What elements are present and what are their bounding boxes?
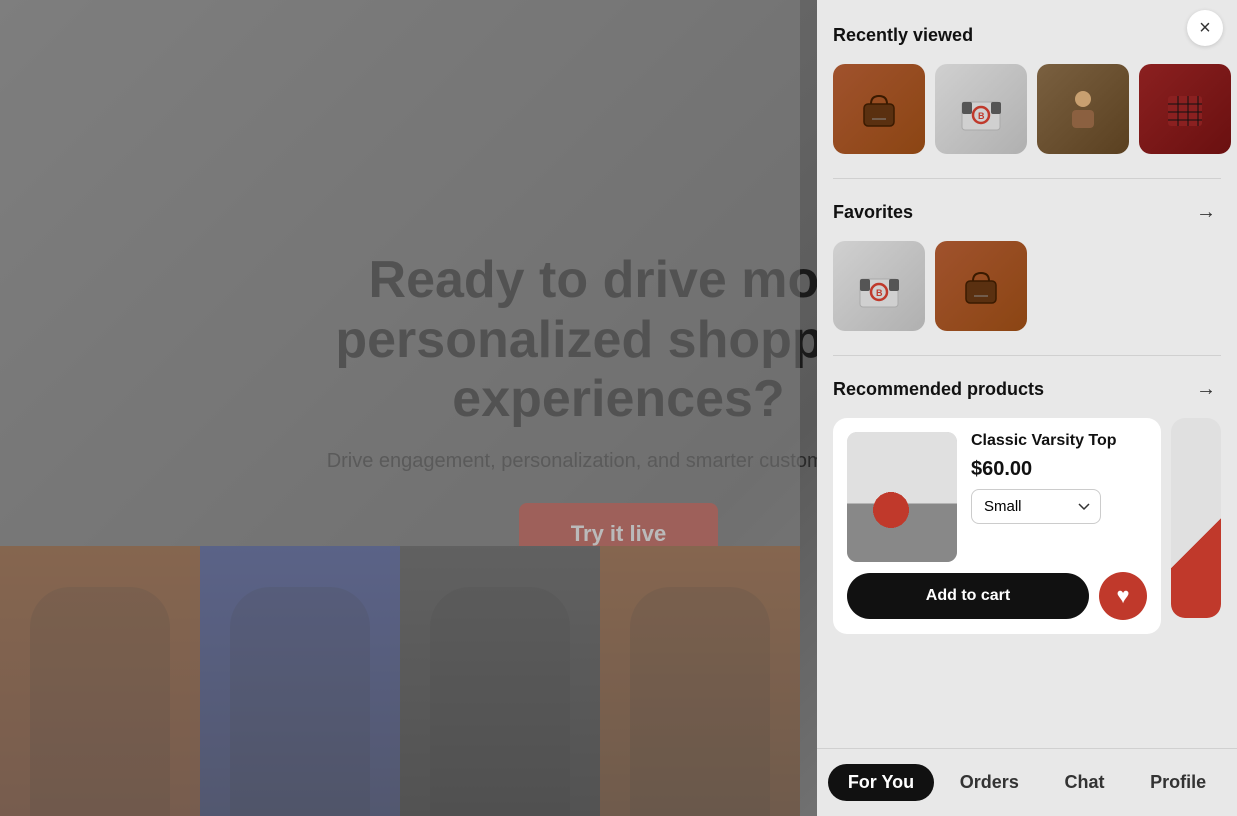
nav-item-orders[interactable]: Orders — [940, 764, 1039, 801]
recommended-header: Recommended products → — [833, 374, 1221, 404]
add-to-cart-button[interactable]: Add to cart — [847, 573, 1089, 619]
recently-viewed-grid: B — [833, 64, 1221, 154]
favorite-button[interactable]: ♥ — [1099, 572, 1147, 620]
rec-card-info: Classic Varsity Top $60.00 Small Medium … — [971, 432, 1147, 524]
rec-card-price: $60.00 — [971, 458, 1147, 481]
favorites-grid: B — [833, 241, 1221, 331]
fav-varsity-icon: B — [852, 259, 907, 314]
favorites-arrow[interactable]: → — [1191, 197, 1221, 227]
thumb-varsity-1[interactable]: B — [935, 64, 1027, 154]
close-button[interactable]: × — [1187, 10, 1223, 46]
rec-card-actions: Add to cart ♥ — [847, 572, 1147, 620]
rec-card-name: Classic Varsity Top — [971, 432, 1147, 450]
fav-thumb-varsity[interactable]: B — [833, 241, 925, 331]
varsity-icon: B — [954, 82, 1009, 137]
thumb-plaid-1[interactable] — [1139, 64, 1231, 154]
recommended-arrow[interactable]: → — [1191, 374, 1221, 404]
recently-viewed-header: Recently viewed → — [833, 20, 1221, 50]
nav-item-for-you[interactable]: For You — [828, 764, 934, 801]
nav-item-profile[interactable]: Profile — [1130, 764, 1226, 801]
thumb-person-1[interactable] — [1037, 64, 1129, 154]
favorites-header: Favorites → — [833, 197, 1221, 227]
recently-viewed-title: Recently viewed — [833, 25, 973, 46]
person-icon — [1058, 84, 1108, 134]
size-select[interactable]: Small Medium Large X-Large — [971, 489, 1101, 524]
svg-text:B: B — [876, 288, 883, 298]
nav-item-chat[interactable]: Chat — [1044, 764, 1124, 801]
rec-card-1: Classic Varsity Top $60.00 Small Medium … — [833, 418, 1161, 634]
plaid-icon — [1160, 84, 1210, 134]
bag-icon — [854, 84, 904, 134]
divider-1 — [833, 178, 1221, 179]
bottom-nav: For You Orders Chat Profile — [817, 748, 1237, 816]
panel-body: Recently viewed → — [817, 0, 1237, 748]
thumb-bag-1[interactable] — [833, 64, 925, 154]
divider-2 — [833, 355, 1221, 356]
hero-overlay — [0, 0, 800, 816]
rec-card-image — [847, 432, 957, 562]
rec-card-top: Classic Varsity Top $60.00 Small Medium … — [847, 432, 1147, 562]
fav-bag-icon — [956, 261, 1006, 311]
favorites-title: Favorites — [833, 202, 913, 223]
recommended-title: Recommended products — [833, 379, 1044, 400]
svg-text:B: B — [978, 111, 985, 121]
side-panel: × Recently viewed → — [817, 0, 1237, 816]
rec-card-partial — [1171, 418, 1221, 618]
fav-thumb-bag[interactable] — [935, 241, 1027, 331]
